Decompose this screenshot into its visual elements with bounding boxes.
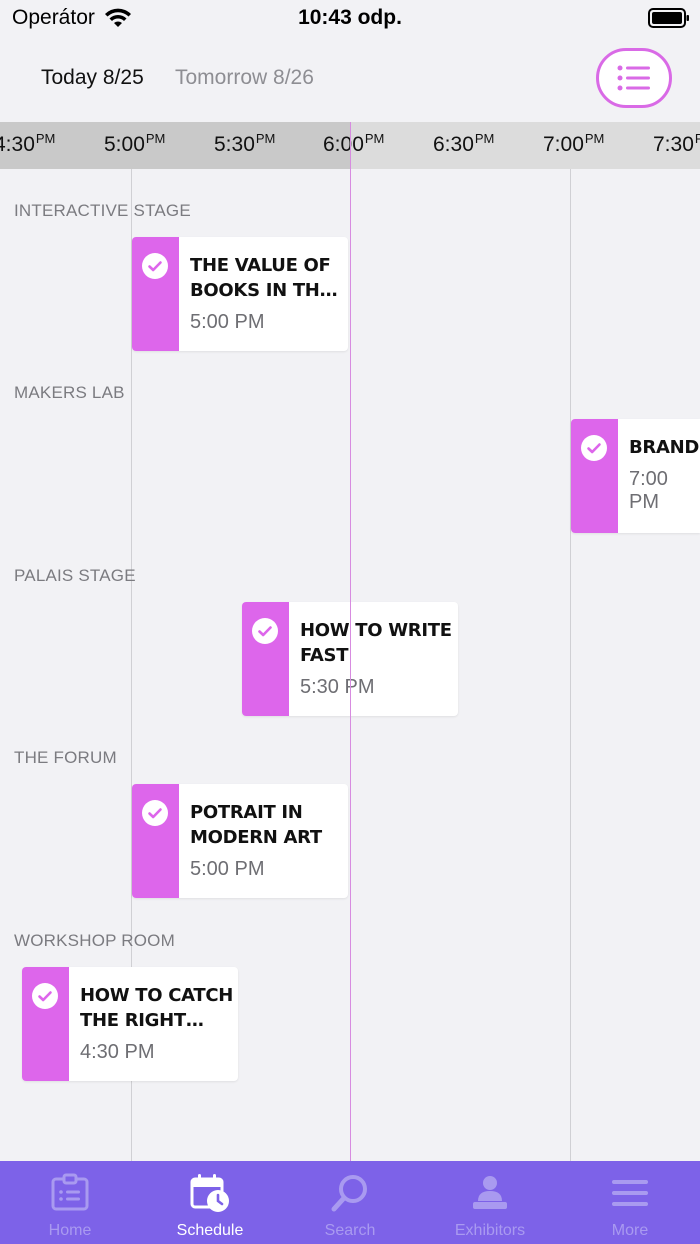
tab-label: Exhibitors: [454, 1222, 526, 1239]
time-label-730: 7:30PM: [653, 131, 700, 156]
time-label-630: 6:30PM: [433, 131, 495, 156]
event-title: THE VALUE OF BOOKS IN THE DIGITAL AGE: [190, 255, 332, 301]
event-stripe: [242, 602, 289, 716]
event-title: POTRAIT IN MODERN ART: [190, 802, 322, 848]
event-time: 5:30 PM: [300, 676, 375, 698]
tab-schedule[interactable]: Schedule: [140, 1161, 280, 1244]
stage-label-interactive-stage: INTERACTIVE STAGE: [14, 201, 191, 220]
stage-label-palais-stage: PALAIS STAGE: [14, 566, 136, 585]
schedule-icon: [190, 1174, 229, 1212]
check-circle-icon[interactable]: [142, 800, 168, 826]
event-stripe: [571, 419, 618, 533]
schedule-header: Today 8/25 Tomorrow 8/26: [0, 40, 700, 122]
event-stripe: [22, 967, 69, 1081]
event-title: BRAND IDENTITY: [629, 437, 700, 458]
check-circle-icon[interactable]: [581, 435, 607, 461]
check-circle-icon[interactable]: [142, 253, 168, 279]
event-card[interactable]: BRAND IDENTITY 7:00 PM: [571, 419, 700, 533]
event-time: 4:30 PM: [80, 1041, 155, 1063]
tab-more[interactable]: More: [560, 1161, 700, 1244]
status-bar: Operátor 10:43 odp.: [0, 0, 700, 40]
time-label-430: 4:30PM: [0, 131, 56, 156]
search-icon: [331, 1175, 367, 1212]
event-time: 7:00 PM: [629, 468, 668, 513]
bottom-tab-bar: Home Schedule Search Exhibitors More: [0, 1161, 700, 1244]
stage-label-makers-lab: MAKERS LAB: [14, 383, 125, 402]
tab-label: Search: [324, 1222, 376, 1239]
tab-label: Home: [48, 1222, 92, 1239]
event-title: HOW TO WRITE FAST: [300, 620, 452, 666]
list-icon: [617, 65, 650, 91]
check-circle-icon[interactable]: [32, 983, 58, 1009]
current-time-line: [350, 122, 351, 1161]
grid-line: [570, 169, 571, 1161]
exhibitors-icon: [473, 1176, 507, 1209]
menu-icon: [612, 1180, 648, 1206]
tab-search[interactable]: Search: [280, 1161, 420, 1244]
event-card[interactable]: POTRAIT IN MODERN ART 5:00 PM: [132, 784, 348, 898]
time-label-700: 7:00PM: [543, 131, 605, 156]
tab-tomorrow[interactable]: Tomorrow 8/26: [175, 66, 314, 90]
check-circle-icon[interactable]: [252, 618, 278, 644]
stage-label-the-forum: THE FORUM: [14, 748, 117, 767]
tab-label: Schedule: [176, 1222, 244, 1239]
event-card[interactable]: THE VALUE OF BOOKS IN THE DIGITAL AGE 5:…: [132, 237, 348, 351]
tab-label: More: [611, 1222, 649, 1239]
tab-home[interactable]: Home: [0, 1161, 140, 1244]
tab-today[interactable]: Today 8/25: [41, 66, 144, 90]
event-card[interactable]: HOW TO CATCH THE RIGHT MOMENT 4:30 PM: [22, 967, 238, 1081]
battery-icon: [648, 8, 689, 28]
list-view-button[interactable]: [596, 48, 672, 108]
event-stripe: [132, 784, 179, 898]
tab-exhibitors[interactable]: Exhibitors: [420, 1161, 560, 1244]
stage-label-workshop-room: WORKSHOP ROOM: [14, 931, 175, 950]
event-stripe: [132, 237, 179, 351]
time-label-600: 6:00PM: [323, 131, 385, 156]
time-label-500: 5:00PM: [104, 131, 166, 156]
event-time: 5:00 PM: [190, 311, 265, 333]
event-time: 5:00 PM: [190, 858, 265, 880]
time-label-530: 5:30PM: [214, 131, 276, 156]
home-icon: [51, 1173, 89, 1211]
status-time: 10:43 odp.: [298, 6, 402, 29]
event-title: HOW TO CATCH THE RIGHT MOMENT: [80, 985, 234, 1031]
